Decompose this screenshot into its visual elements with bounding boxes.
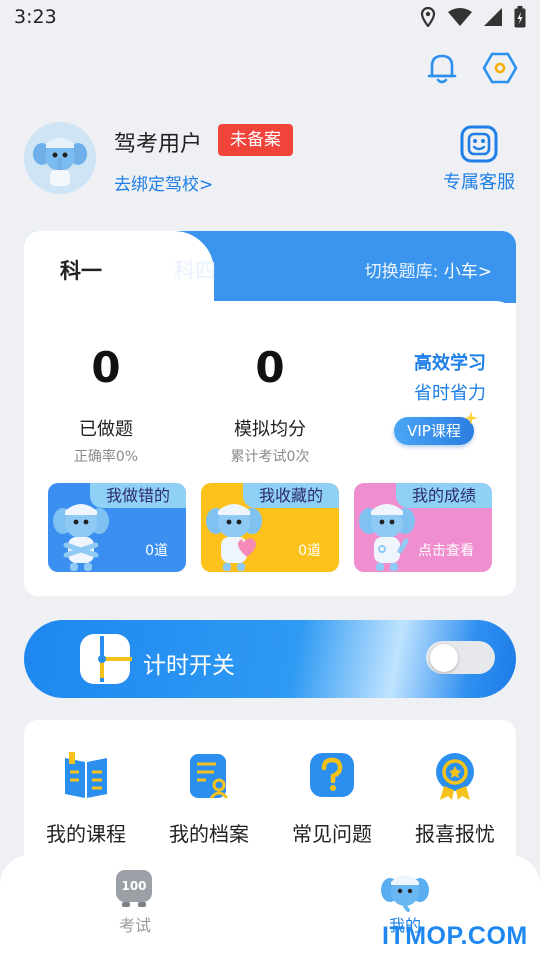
avg-score: 0 <box>255 343 285 392</box>
bell-icon[interactable] <box>424 50 460 86</box>
feature-profile-label[interactable]: 我的档案 <box>149 818 269 847</box>
watermark: ITMOP.COM <box>382 922 528 950</box>
favorites-card[interactable]: 我收藏的 0道 <box>201 483 339 572</box>
settings-icon[interactable] <box>480 48 520 88</box>
question-bank-switch[interactable]: 切换题库: 小车> <box>365 257 492 282</box>
bank-switch-value: 小车> <box>443 262 492 282</box>
card-body-edge <box>24 301 516 321</box>
exam-icon-text: 100 <box>121 879 146 893</box>
tab-subject-4[interactable]: 科四 <box>174 255 216 285</box>
scores-card[interactable]: 我的成绩 点击查看 <box>354 483 492 572</box>
username: 驾考用户 <box>114 132 203 157</box>
course-icon[interactable] <box>61 750 111 802</box>
timer-label: 计时开关 <box>143 653 235 679</box>
vip-course-button[interactable]: VIP课程 <box>394 417 474 445</box>
avg-score-label: 模拟均分 <box>234 419 306 440</box>
bank-switch-prefix: 切换题库: <box>364 262 439 282</box>
status-icons <box>420 6 526 28</box>
mascot-heart-icon <box>206 504 262 571</box>
mascot-icon[interactable] <box>380 868 430 912</box>
sparkle-icon <box>464 411 478 425</box>
nav-exam-label[interactable]: 考试 <box>110 912 160 936</box>
feature-faq-label[interactable]: 常见问题 <box>272 818 392 847</box>
status-badge: 未备案 <box>218 124 293 156</box>
wrong-questions-count: 0道 <box>145 543 168 559</box>
wifi-icon <box>448 8 472 26</box>
timer-toggle-knob[interactable] <box>430 644 458 672</box>
clock-icon <box>80 634 132 684</box>
exam-score-icon[interactable]: 100 <box>110 868 158 908</box>
wrong-questions-card[interactable]: 我做错的 0道 <box>48 483 186 572</box>
feature-course-label[interactable]: 我的课程 <box>26 818 146 847</box>
mascot-thumbs-icon <box>359 504 415 571</box>
done-label: 已做题 <box>79 419 133 440</box>
promo-subtitle: 省时省力 <box>414 383 486 404</box>
promo-title: 高效学习 <box>414 353 486 374</box>
mascot-icon <box>53 504 109 571</box>
done-count: 0 <box>91 343 121 392</box>
mascot-avatar-icon <box>24 122 96 194</box>
status-time: 3:23 <box>14 6 57 28</box>
favorites-count: 0道 <box>298 543 321 559</box>
status-bar: 3:23 <box>0 0 540 36</box>
profile-file-icon[interactable] <box>184 750 234 802</box>
exam-count-text: 累计考试0次 <box>230 449 310 465</box>
customer-service-icon[interactable] <box>459 124 499 164</box>
avatar[interactable] <box>24 122 96 194</box>
customer-service-label[interactable]: 专属客服 <box>443 168 515 194</box>
question-icon[interactable] <box>307 750 357 802</box>
bind-school-link[interactable]: 去绑定驾校> <box>114 170 213 195</box>
signal-icon <box>484 8 502 26</box>
location-icon <box>420 7 436 27</box>
feature-feedback-label[interactable]: 报喜报忧 <box>395 818 515 847</box>
battery-icon <box>514 6 526 28</box>
medal-icon[interactable] <box>430 750 480 802</box>
subject-card: 科一 科四 切换题库: 小车> 0 已做题 正确率0% 0 模拟均分 累计考试0… <box>24 231 516 596</box>
accuracy-text: 正确率0% <box>73 449 139 465</box>
tab-subject-1[interactable]: 科一 <box>60 255 102 285</box>
scores-link: 点击查看 <box>418 543 474 559</box>
